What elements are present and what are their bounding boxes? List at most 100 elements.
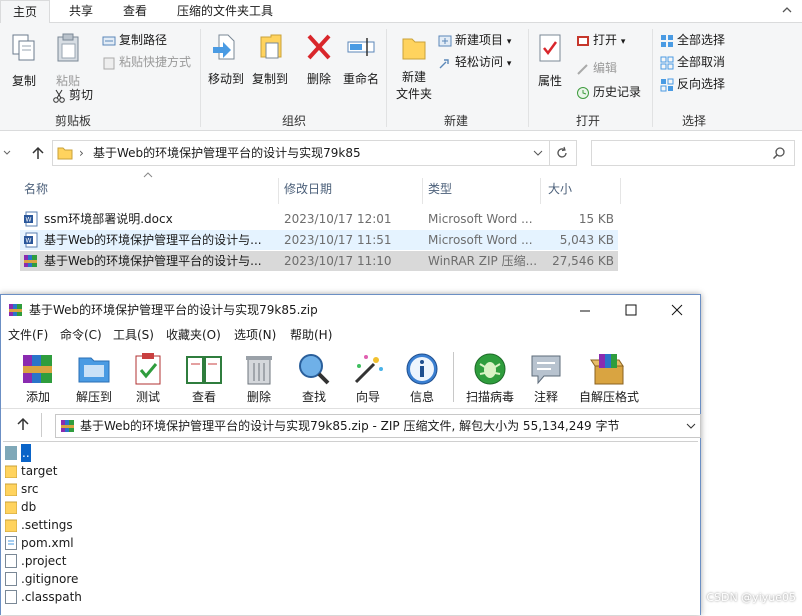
address-bar[interactable]: › 基于Web的环境保护管理平台的设计与实现79k85 <box>52 140 550 166</box>
rar-delete-button[interactable]: 删除 <box>239 352 279 405</box>
tab-share[interactable]: 共享 <box>56 0 106 22</box>
winrar-archive-icon <box>24 255 37 267</box>
copy-path-label: 复制路径 <box>119 33 168 47</box>
refresh-button[interactable] <box>548 140 577 166</box>
info-button[interactable]: 信息 <box>401 352 443 405</box>
new-folder-label-1: 新建 <box>401 70 426 84</box>
folder-icon <box>57 147 73 160</box>
easy-access-icon <box>439 58 449 68</box>
column-header-type[interactable]: 类型 <box>428 178 452 204</box>
menu-favorites[interactable]: 收藏夹(O) <box>166 325 221 345</box>
easy-access-button[interactable]: 轻松访问 ▾ <box>438 53 511 71</box>
chevron-down-icon[interactable] <box>2 148 12 158</box>
test-label: 测试 <box>135 390 160 404</box>
tab-home[interactable]: 主页 <box>0 0 50 24</box>
add-label: 添加 <box>25 390 50 404</box>
xml-file-icon <box>5 536 17 550</box>
add-button[interactable]: 添加 <box>17 352 59 405</box>
address-row: › 基于Web的环境保护管理平台的设计与实现79k85 <box>0 131 802 175</box>
maximize-icon[interactable] <box>625 304 637 316</box>
tab-view[interactable]: 查看 <box>110 0 160 22</box>
new-item-label: 新建项目 <box>455 33 504 47</box>
comment-icon <box>531 355 561 385</box>
word-document-icon: W <box>24 232 38 248</box>
comment-button[interactable]: 注释 <box>525 352 567 405</box>
paste-shortcut-button[interactable]: 粘贴快捷方式 <box>102 53 191 71</box>
invert-selection-button[interactable]: 反向选择 <box>660 75 725 93</box>
column-divider[interactable] <box>620 178 621 204</box>
new-item-button[interactable]: 新建项目 ▾ <box>438 31 511 49</box>
move-to-button[interactable]: 移动到 <box>206 31 246 87</box>
move-to-icon <box>213 34 235 60</box>
comment-label: 注释 <box>533 390 558 404</box>
copy-path-icon <box>102 36 116 45</box>
dropdown-arrow-icon: ▾ <box>506 59 512 69</box>
sfx-button[interactable]: 自解压格式 <box>577 352 641 405</box>
view-button[interactable]: 查看 <box>181 352 227 405</box>
new-folder-button[interactable]: 新建 文件夹 <box>392 33 436 102</box>
folder-icon <box>5 519 17 532</box>
column-divider[interactable] <box>278 178 279 204</box>
column-header-name[interactable]: 名称 <box>24 178 48 204</box>
tab-compressed-tools[interactable]: 压缩的文件夹工具 <box>166 0 284 22</box>
file-row[interactable]: 基于Web的环境保护管理平台的设计与... 2023/10/17 11:10 W… <box>20 251 618 271</box>
column-divider[interactable] <box>540 178 541 204</box>
move-to-label: 移动到 <box>207 72 244 86</box>
menu-tools[interactable]: 工具(S) <box>113 325 154 345</box>
minimize-icon[interactable] <box>579 305 591 317</box>
open-button[interactable]: 打开 ▾ <box>576 31 625 49</box>
chevron-down-icon[interactable] <box>686 422 696 430</box>
history-button[interactable]: 历史记录 <box>576 83 641 101</box>
up-arrow-icon[interactable] <box>30 145 46 161</box>
item-name: .. <box>21 444 31 462</box>
select-all-button[interactable]: 全部选择 <box>660 31 725 49</box>
easy-access-label: 轻松访问 <box>455 55 504 69</box>
sfx-box-icon <box>590 354 624 385</box>
winrar-path-field[interactable]: 基于Web的环境保护管理平台的设计与实现79k85.zip - ZIP 压缩文件… <box>55 414 701 438</box>
column-header-size[interactable]: 大小 <box>548 178 572 204</box>
column-header-date[interactable]: 修改日期 <box>284 178 332 204</box>
scissors-icon <box>53 89 65 103</box>
menu-help[interactable]: 帮助(H) <box>290 325 332 345</box>
menu-file[interactable]: 文件(F) <box>8 325 48 345</box>
select-all-label: 全部选择 <box>677 33 726 47</box>
file-date: 2023/10/17 12:01 <box>284 212 392 226</box>
file-row[interactable]: W 基于Web的环境保护管理平台的设计与... 2023/10/17 11:51… <box>20 230 618 250</box>
file-type: Microsoft Word ... <box>428 212 533 226</box>
file-row[interactable]: W ssm环境部署说明.docx 2023/10/17 12:01 Micros… <box>20 209 618 229</box>
select-group-label: 选择 <box>681 114 706 128</box>
find-button[interactable]: 查找 <box>293 352 335 405</box>
info-label: 信息 <box>409 390 434 404</box>
copy-button[interactable]: 复制 <box>6 33 42 89</box>
properties-button[interactable]: 属性 <box>532 33 568 89</box>
edit-button[interactable]: 编辑 <box>576 59 617 77</box>
scan-virus-button[interactable]: 扫描病毒 <box>461 352 519 405</box>
edit-icon <box>577 63 588 75</box>
test-button[interactable]: 测试 <box>127 352 169 405</box>
menu-options[interactable]: 选项(N) <box>234 325 276 345</box>
up-arrow-icon[interactable] <box>15 416 31 432</box>
rename-button[interactable]: 重命名 <box>340 31 382 87</box>
svg-text:W: W <box>26 217 32 224</box>
select-none-button[interactable]: 全部取消 <box>660 53 725 71</box>
invert-selection-icon <box>660 78 674 91</box>
close-icon[interactable] <box>671 304 683 316</box>
delete-button[interactable]: 删除 <box>302 31 336 87</box>
extract-to-button[interactable]: 解压到 <box>71 352 117 405</box>
copy-to-button[interactable]: 复制到 <box>250 31 290 87</box>
search-input[interactable] <box>591 140 795 166</box>
file-type: WinRAR ZIP 压缩... <box>428 254 538 268</box>
wizard-button[interactable]: 向导 <box>347 352 389 405</box>
item-name: .classpath <box>21 590 82 604</box>
cut-button[interactable]: 剪切 <box>52 86 93 104</box>
column-divider[interactable] <box>422 178 423 204</box>
paste-button[interactable]: 粘贴 <box>50 33 86 89</box>
chevron-down-icon[interactable] <box>533 149 543 157</box>
item-name: .settings <box>21 518 73 532</box>
copy-path-button[interactable]: 复制路径 <box>102 31 167 49</box>
chevron-up-icon[interactable] <box>780 3 794 17</box>
menu-commands[interactable]: 命令(C) <box>60 325 102 345</box>
toolbar-divider <box>453 352 454 402</box>
open-label: 打开 <box>593 33 618 47</box>
winrar-titlebar[interactable]: 基于Web的环境保护管理平台的设计与实现79k85.zip <box>1 295 700 325</box>
